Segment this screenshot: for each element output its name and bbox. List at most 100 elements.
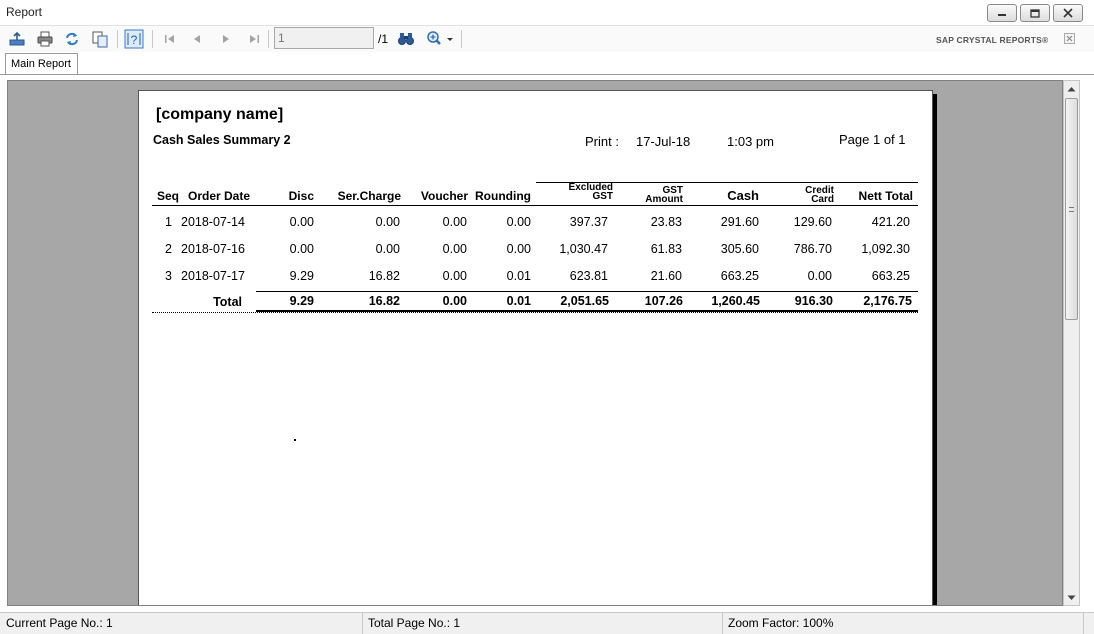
help-button[interactable]: ? — [124, 29, 144, 49]
total-gst-amount: 107.26 — [644, 294, 683, 308]
arrow-down-icon — [1067, 595, 1076, 600]
cell-disc: 0.00 — [289, 215, 314, 229]
toolbar-separator — [461, 30, 462, 48]
grip-icon — [1069, 207, 1074, 212]
refresh-icon — [66, 32, 78, 46]
scroll-down-button[interactable] — [1064, 590, 1079, 605]
cell-nett-total: 663.25 — [871, 269, 910, 283]
minimize-icon — [998, 14, 1006, 16]
col-header-disc: Disc — [288, 189, 314, 203]
cell-excluded-gst: 623.81 — [569, 269, 608, 283]
total-top-rule — [256, 291, 918, 292]
toolbar-separator — [268, 30, 269, 48]
total-nett-total: 2,176.75 — [863, 294, 912, 308]
col-header-order-date: Order Date — [188, 189, 251, 203]
copy-icon — [92, 31, 108, 48]
cell-ser-charge: 0.00 — [375, 242, 400, 256]
col-header-cash: Cash — [727, 188, 759, 203]
cell-excluded-gst: 1,030.47 — [559, 242, 608, 256]
col-header-gst-amount-line2: Amount — [645, 194, 683, 205]
col-header-excluded-gst-line2: GST — [592, 191, 613, 202]
col-header-gst-amount: GST Amount — [619, 186, 683, 205]
export-icon — [9, 31, 25, 46]
cell-order-date: 2018-07-17 — [181, 269, 245, 283]
previous-page-button[interactable] — [187, 29, 207, 49]
first-page-button[interactable] — [160, 29, 180, 49]
close-button[interactable] — [1053, 4, 1083, 22]
cell-gst-amount: 23.83 — [650, 215, 682, 229]
stray-dot — [294, 439, 296, 441]
col-header-seq: Seq — [157, 189, 180, 203]
page-info: Page 1 of 1 — [839, 132, 906, 147]
cell-gst-amount: 21.60 — [650, 269, 682, 283]
status-divider — [722, 613, 723, 634]
col-header-excluded-gst: Excluded GST — [541, 183, 613, 202]
total-rounding: 0.01 — [506, 294, 531, 308]
cell-credit-card: 0.00 — [807, 269, 832, 283]
cell-seq: 3 — [165, 269, 172, 283]
maximize-icon — [1030, 8, 1040, 18]
cell-cash: 291.60 — [720, 215, 759, 229]
header-rule — [152, 205, 918, 206]
find-button[interactable] — [396, 29, 416, 49]
toolbar-separator — [152, 30, 153, 48]
last-page-icon — [250, 35, 259, 43]
cell-rounding: 0.00 — [506, 215, 531, 229]
cell-order-date: 2018-07-14 — [181, 215, 245, 229]
status-divider — [1083, 613, 1084, 634]
close-icon — [1063, 8, 1073, 18]
status-zoom: Zoom Factor: 100% — [728, 616, 834, 630]
export-button[interactable] — [7, 29, 27, 49]
last-page-button[interactable] — [244, 29, 264, 49]
brand-label: SAP CRYSTAL REPORTS® — [936, 35, 1049, 45]
window-title: Report — [6, 5, 43, 19]
refresh-button[interactable] — [62, 29, 82, 49]
dotted-rule — [152, 312, 918, 313]
total-ser-charge: 16.82 — [368, 294, 400, 308]
zoom-icon — [427, 31, 453, 45]
title-bar: Report — [0, 0, 1094, 26]
status-divider — [362, 613, 363, 634]
print-button[interactable] — [35, 29, 55, 49]
minimize-button[interactable] — [987, 4, 1017, 22]
svg-text:?: ? — [131, 33, 138, 47]
cell-cash: 305.60 — [720, 242, 759, 256]
col-header-nett-total: Nett Total — [858, 189, 913, 203]
previous-page-icon — [194, 35, 200, 43]
cell-credit-card: 129.60 — [793, 215, 832, 229]
cell-voucher: 0.00 — [442, 215, 467, 229]
report-page: [company name] Cash Sales Summary 2 Prin… — [138, 90, 933, 605]
cell-nett-total: 421.20 — [871, 215, 910, 229]
close-report-button[interactable] — [1062, 31, 1076, 45]
print-time: 1:03 pm — [727, 134, 774, 149]
cell-disc: 0.00 — [289, 242, 314, 256]
cell-disc: 9.29 — [289, 269, 314, 283]
maximize-button[interactable] — [1020, 4, 1050, 22]
zoom-button[interactable] — [424, 29, 456, 49]
tab-main-report[interactable]: Main Report — [5, 53, 78, 74]
page-number-input[interactable] — [274, 27, 374, 49]
help-icon: ? — [124, 29, 144, 49]
vertical-scrollbar[interactable] — [1063, 80, 1080, 606]
arrow-up-icon — [1067, 86, 1076, 91]
status-total-page: Total Page No.: 1 — [368, 616, 461, 630]
cell-order-date: 2018-07-16 — [181, 242, 245, 256]
cell-gst-amount: 61.83 — [650, 242, 682, 256]
page-total-label: /1 — [378, 32, 389, 46]
col-header-rounding: Rounding — [475, 189, 531, 203]
col-header-ser-charge: Ser.Charge — [337, 189, 401, 203]
cell-voucher: 0.00 — [442, 242, 467, 256]
col-header-voucher: Voucher — [420, 189, 468, 203]
cell-credit-card: 786.70 — [793, 242, 832, 256]
first-page-icon — [165, 35, 174, 43]
binoculars-icon — [398, 33, 414, 45]
report-viewer: [company name] Cash Sales Summary 2 Prin… — [7, 80, 1063, 606]
cell-nett-total: 1,092.30 — [861, 242, 910, 256]
copy-button[interactable] — [90, 29, 110, 49]
next-page-button[interactable] — [216, 29, 236, 49]
scroll-up-button[interactable] — [1064, 81, 1079, 96]
scroll-thumb[interactable] — [1065, 98, 1078, 320]
toolbar-separator — [117, 30, 118, 48]
print-label: Print : — [585, 134, 619, 149]
cell-seq: 2 — [165, 242, 172, 256]
